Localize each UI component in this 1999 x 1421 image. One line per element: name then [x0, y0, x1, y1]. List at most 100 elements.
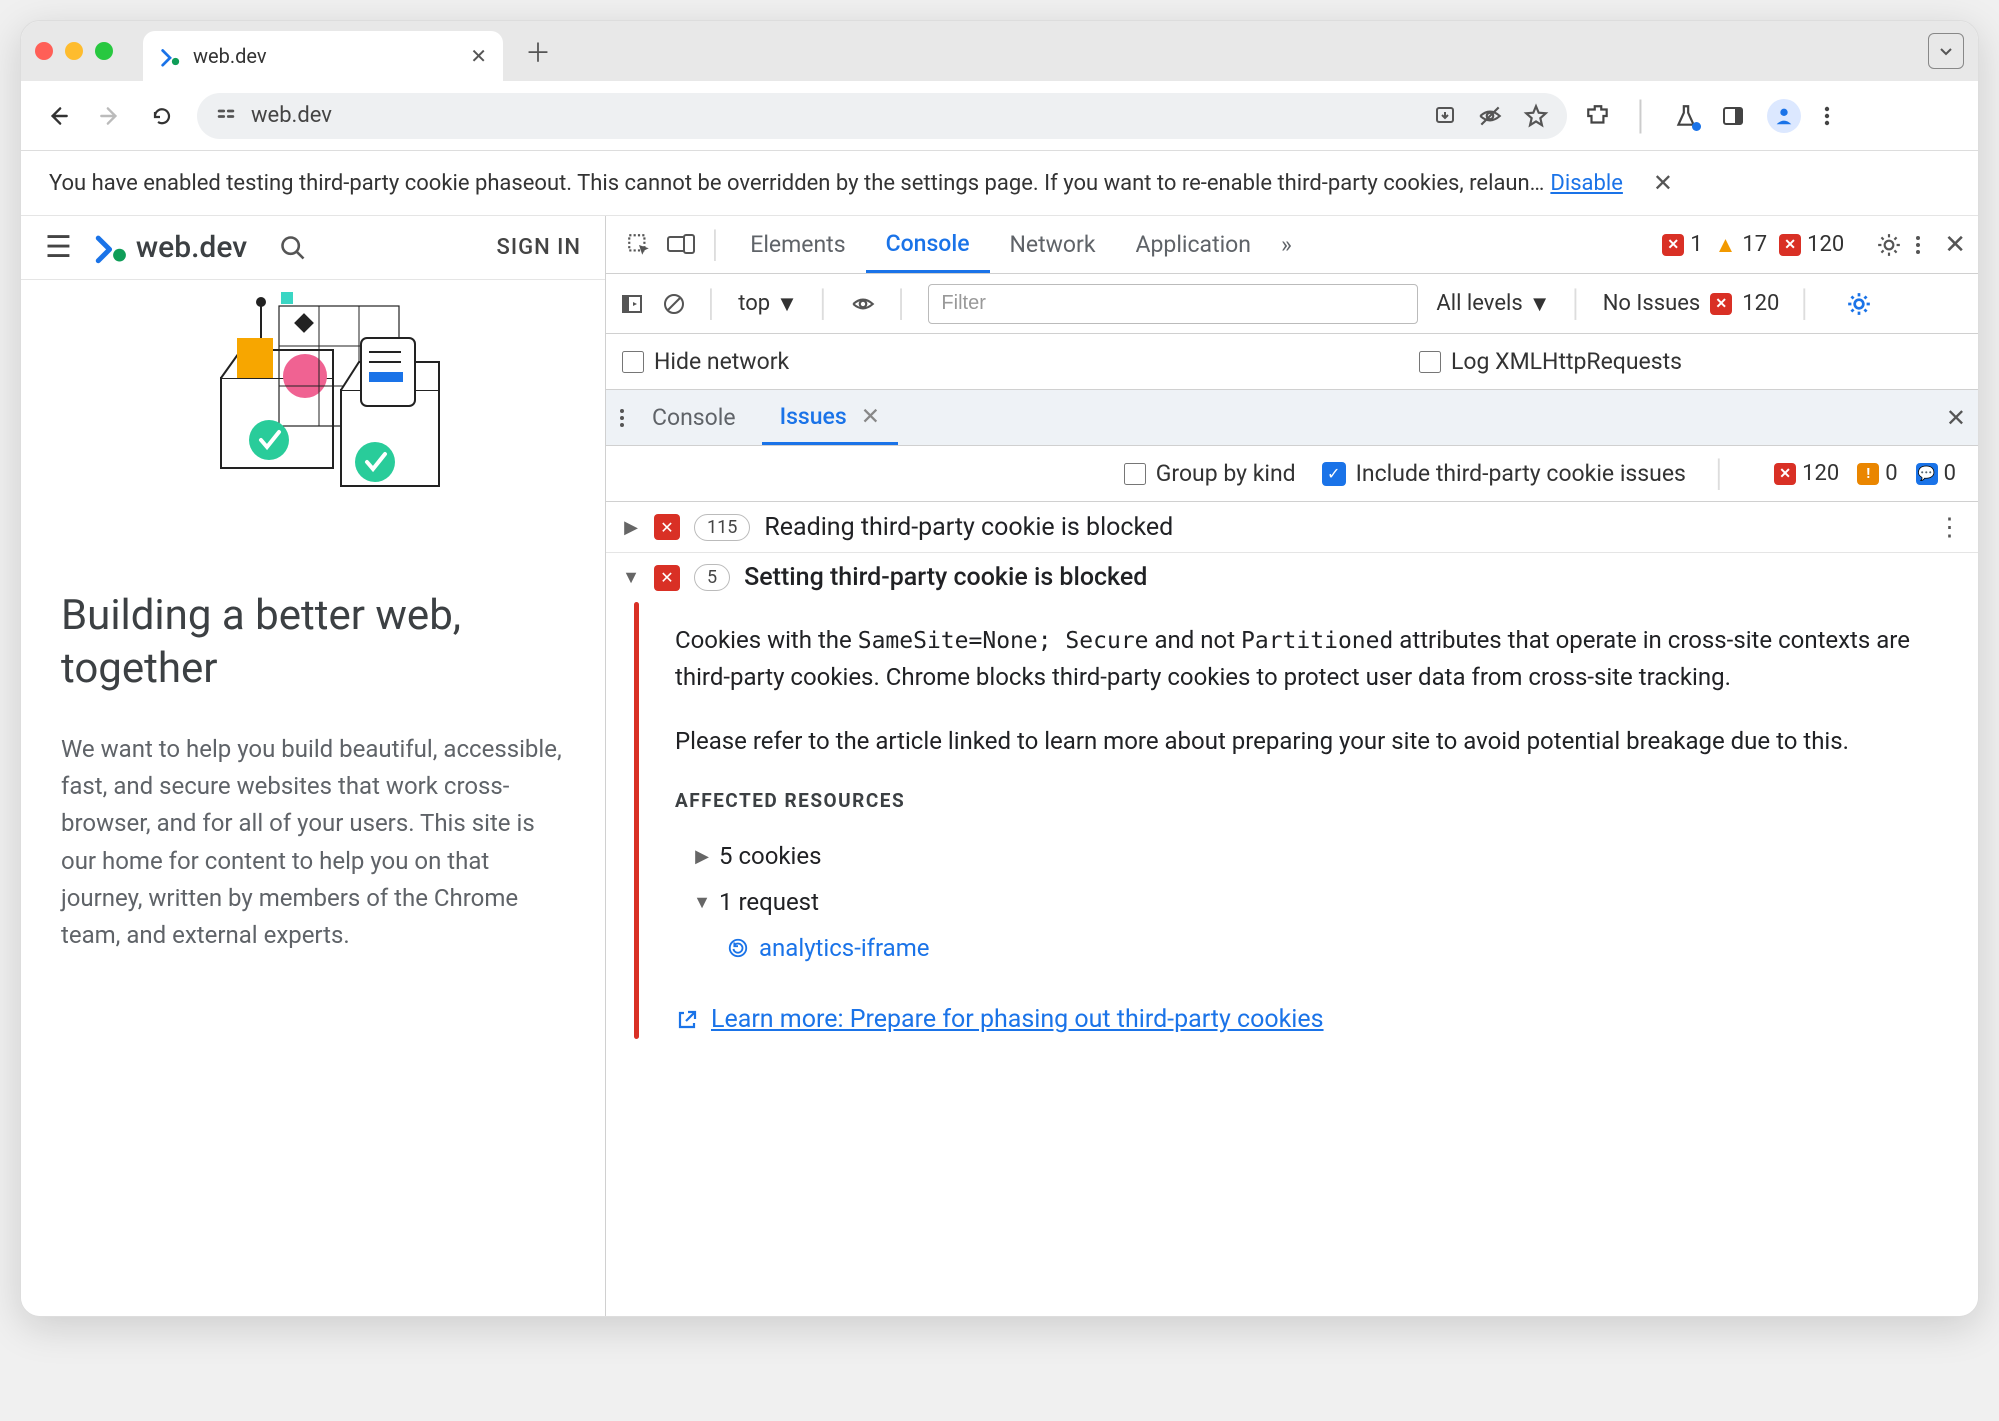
nav-forward-button[interactable] — [93, 99, 127, 133]
drawer-tab-console[interactable]: Console — [634, 390, 754, 445]
kebab-menu-icon[interactable] — [1823, 104, 1831, 128]
traffic-lights — [35, 42, 113, 60]
tab-network[interactable]: Network — [990, 216, 1116, 273]
issues-summary[interactable]: No Issues ✕ 120 — [1603, 291, 1780, 316]
window-close-button[interactable] — [35, 42, 53, 60]
window-zoom-button[interactable] — [95, 42, 113, 60]
issue-count-badge: 5 — [694, 564, 730, 591]
drawer-tabstrip: Console Issues ✕ ✕ — [606, 390, 1978, 446]
webdev-favicon-icon — [159, 45, 181, 67]
external-link-icon — [675, 1008, 699, 1032]
banner-close-icon[interactable]: ✕ — [1653, 169, 1673, 197]
search-icon[interactable] — [279, 234, 307, 262]
drawer-kebab-icon[interactable] — [618, 406, 626, 430]
console-toolbar: │ top ▼ │ │ All levels ▼ │ No Issues ✕ 1… — [606, 274, 1978, 334]
console-filter-input[interactable] — [928, 284, 1418, 324]
window-titlebar: web.dev ✕ ＋ — [21, 21, 1978, 81]
tab-search-button[interactable] — [1928, 33, 1964, 69]
page-title: Building a better web, together — [61, 590, 565, 695]
tab-console[interactable]: Console — [866, 216, 990, 273]
tab-application[interactable]: Application — [1116, 216, 1272, 273]
issue-row-reading-blocked[interactable]: ▶ ✕ 115 Reading third-party cookie is bl… — [606, 502, 1978, 553]
browser-tab[interactable]: web.dev ✕ — [143, 31, 503, 81]
issue-paragraph-2: Please refer to the article linked to le… — [675, 723, 1948, 759]
extensions-icon[interactable] — [1585, 103, 1611, 129]
main-split: ☰ web.dev SIGN IN — [21, 216, 1978, 1316]
affected-requests-row[interactable]: ▼1 request — [675, 879, 1948, 925]
severity-bar — [634, 602, 639, 1039]
group-by-kind-checkbox[interactable]: Group by kind — [1124, 460, 1296, 487]
devtools-kebab-icon[interactable] — [1914, 233, 1922, 257]
issue-kebab-icon[interactable]: ⋮ — [1937, 512, 1962, 542]
context-selector[interactable]: top ▼ — [738, 291, 798, 317]
address-bar[interactable]: web.dev — [197, 93, 1567, 139]
sidebar-toggle-icon[interactable] — [620, 292, 644, 316]
hide-network-checkbox[interactable]: Hide network — [622, 348, 789, 375]
issue-row-setting-blocked[interactable]: ▼ ✕ 5 Setting third-party cookie is bloc… — [606, 553, 1978, 602]
new-tab-button[interactable]: ＋ — [525, 33, 551, 70]
browser-window: web.dev ✕ ＋ web.dev — [20, 20, 1979, 1317]
url-text: web.dev — [251, 103, 332, 128]
collapse-icon[interactable]: ▼ — [622, 567, 640, 588]
tab-elements[interactable]: Elements — [730, 216, 865, 273]
toolbar-separator: │ — [1633, 99, 1651, 132]
webdev-logo-icon — [94, 231, 128, 265]
error-icon: ✕ — [654, 565, 680, 591]
tab-more[interactable]: » — [1271, 216, 1302, 273]
refresh-circle-icon — [727, 937, 749, 959]
log-levels-dropdown[interactable]: All levels ▼ — [1436, 291, 1550, 317]
page-content-pane: ☰ web.dev SIGN IN — [21, 216, 606, 1316]
issue-title: Reading third-party cookie is blocked — [764, 513, 1173, 542]
issues-toolbar: Group by kind ✓ Include third-party cook… — [606, 446, 1978, 502]
affected-resources-heading: AFFECTED RESOURCES — [675, 787, 1948, 816]
drawer-close-icon[interactable]: ✕ — [1946, 404, 1966, 432]
eye-off-icon[interactable] — [1477, 103, 1503, 129]
page-header: ☰ web.dev SIGN IN — [21, 216, 605, 280]
banner-text: You have enabled testing third-party coo… — [49, 171, 1544, 196]
warning-count[interactable]: ▲17 — [1715, 232, 1768, 258]
site-settings-icon[interactable] — [215, 105, 237, 127]
clear-console-icon[interactable] — [662, 292, 686, 316]
signin-link[interactable]: SIGN IN — [497, 235, 581, 260]
side-panel-icon[interactable] — [1721, 104, 1745, 128]
issue-title: Setting third-party cookie is blocked — [744, 563, 1147, 592]
banner-disable-link[interactable]: Disable — [1550, 171, 1622, 196]
affected-request-item[interactable]: analytics-iframe — [675, 925, 1948, 971]
profile-avatar[interactable] — [1767, 99, 1801, 133]
console-settings-gear-icon[interactable] — [1846, 291, 1872, 317]
hero-illustration — [21, 280, 605, 540]
error-count[interactable]: ✕1 — [1662, 232, 1702, 257]
log-xhr-checkbox[interactable]: Log XMLHttpRequests — [1419, 348, 1682, 375]
labs-icon[interactable] — [1673, 103, 1699, 129]
devtools-tabstrip: │ Elements Console Network Application »… — [606, 216, 1978, 274]
include-3p-checkbox[interactable]: ✓ Include third-party cookie issues — [1322, 460, 1686, 487]
issues-stats: ✕120 !0 💬0 — [1774, 461, 1956, 486]
expand-icon[interactable]: ▶ — [622, 517, 640, 538]
learn-more-link[interactable]: Learn more: Prepare for phasing out thir… — [711, 1001, 1324, 1039]
devtools-close-icon[interactable]: ✕ — [1944, 230, 1966, 260]
affected-cookies-row[interactable]: ▶5 cookies — [675, 833, 1948, 879]
drawer-tab-close-icon[interactable]: ✕ — [861, 403, 880, 430]
install-app-icon[interactable] — [1433, 104, 1457, 128]
gear-icon[interactable] — [1876, 232, 1902, 258]
nav-reload-button[interactable] — [145, 99, 179, 133]
vsep: │ — [708, 229, 724, 260]
learn-more-row[interactable]: Learn more: Prepare for phasing out thir… — [675, 1001, 1948, 1039]
device-toolbar-icon[interactable] — [660, 224, 702, 266]
live-expression-icon[interactable] — [850, 291, 876, 317]
nav-back-button[interactable] — [41, 99, 75, 133]
webdev-logo[interactable]: web.dev — [94, 230, 247, 265]
blocked-count[interactable]: ✕120 — [1779, 232, 1844, 257]
webdev-brand-text: web.dev — [136, 230, 247, 265]
issue-paragraph-1: Cookies with the SameSite=None; Secure a… — [675, 622, 1948, 695]
request-link[interactable]: analytics-iframe — [759, 930, 930, 966]
drawer-tab-issues[interactable]: Issues ✕ — [762, 390, 898, 445]
tab-title: web.dev — [193, 44, 267, 68]
tab-close-icon[interactable]: ✕ — [470, 44, 487, 68]
page-paragraph: We want to help you build beautiful, acc… — [61, 731, 565, 954]
window-minimize-button[interactable] — [65, 42, 83, 60]
issue-detail: Cookies with the SameSite=None; Secure a… — [606, 602, 1978, 1063]
inspect-element-icon[interactable] — [618, 224, 660, 266]
bookmark-star-icon[interactable] — [1523, 103, 1549, 129]
menu-hamburger-icon[interactable]: ☰ — [45, 230, 72, 265]
